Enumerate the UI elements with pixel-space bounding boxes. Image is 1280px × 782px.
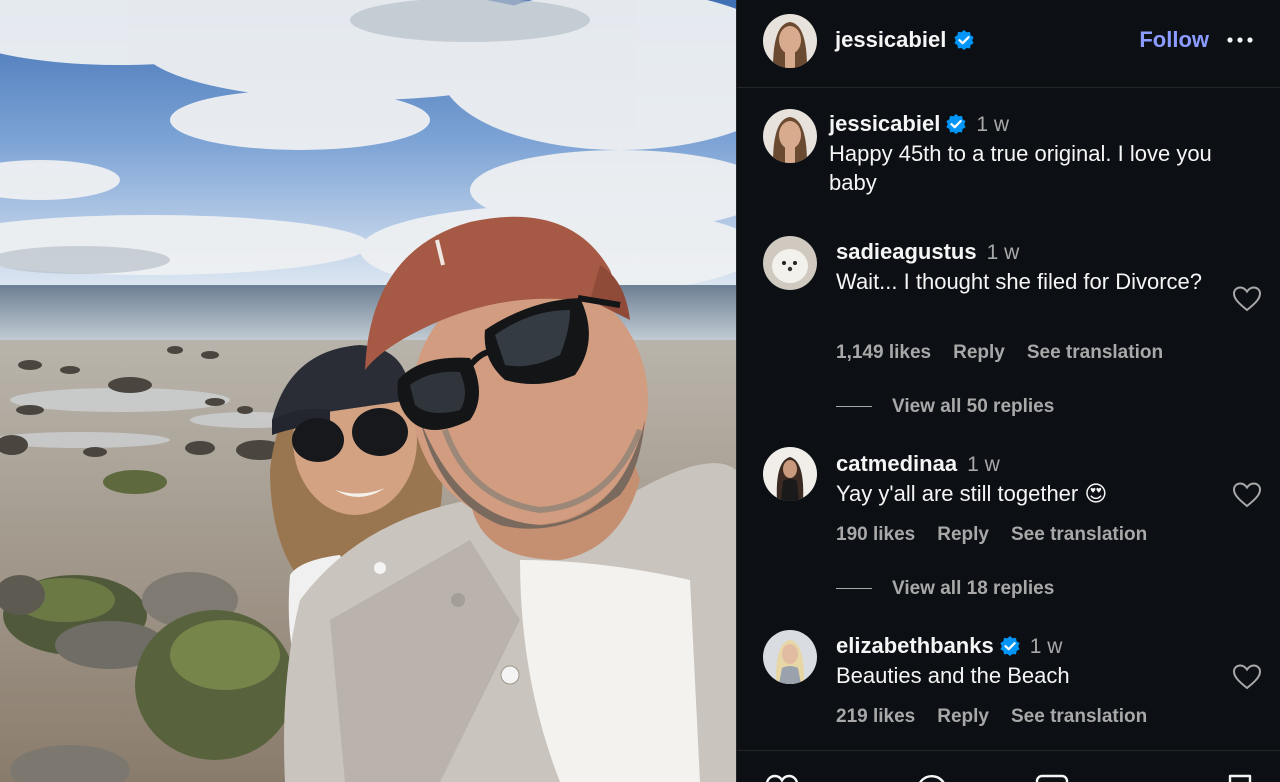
comment-time[interactable]: 1 w [967, 453, 1000, 476]
comment-meta: 219 likes Reply See translation [836, 706, 1169, 728]
commenter-avatar[interactable] [763, 447, 817, 501]
view-replies-button[interactable]: View all 18 replies [836, 578, 1054, 600]
view-replies-text[interactable]: View all 18 replies [892, 578, 1054, 599]
post-actions-bar [737, 750, 1280, 782]
more-options-icon[interactable] [1225, 28, 1255, 52]
comment-text: Beauties and the Beach [836, 663, 1070, 688]
caption-body: jessicabiel 1 w Happy 45th to a true orig… [829, 109, 1259, 197]
comment-likes[interactable]: 1,149 likes [836, 342, 931, 363]
caption-text: Happy 45th to a true original. I love yo… [829, 141, 1212, 195]
replies-divider [836, 406, 872, 408]
comment-likes[interactable]: 190 likes [836, 524, 915, 545]
post-header: jessicabiel Follow [737, 0, 1280, 88]
author-username-text[interactable]: jessicabiel [835, 27, 946, 52]
commenter-avatar[interactable] [763, 630, 817, 684]
see-translation-button[interactable]: See translation [1011, 706, 1147, 727]
commenter-avatar[interactable] [763, 236, 817, 290]
comment-text: Yay y'all are still together 😍 [836, 481, 1108, 506]
see-translation-button[interactable]: See translation [1027, 342, 1163, 363]
post-photo[interactable] [0, 0, 736, 782]
replies-divider [836, 588, 872, 590]
view-replies-text[interactable]: View all 50 replies [892, 396, 1054, 417]
author-avatar[interactable] [763, 14, 817, 68]
comment-meta: 190 likes Reply See translation [836, 524, 1169, 546]
comment-likes[interactable]: 219 likes [836, 706, 915, 727]
caption-time[interactable]: 1 w [976, 113, 1009, 136]
comment-icon[interactable] [915, 773, 949, 782]
comment-username[interactable]: catmedinaa [836, 451, 957, 476]
comments-list[interactable]: jessicabiel 1 w Happy 45th to a true orig… [737, 89, 1280, 749]
like-comment-heart-icon[interactable] [1233, 286, 1261, 312]
comment-username[interactable]: sadieagustus [836, 239, 977, 264]
view-replies-button[interactable]: View all 50 replies [836, 396, 1054, 418]
see-translation-button[interactable]: See translation [1011, 524, 1147, 545]
caption-avatar[interactable] [763, 109, 817, 163]
reply-button[interactable]: Reply [937, 524, 989, 545]
comment-body: elizabethbanks 1 w Beauties and the Beach [836, 631, 1206, 690]
share-icon[interactable] [1035, 773, 1069, 782]
bookmark-icon[interactable] [1223, 773, 1257, 782]
comment-body: sadieagustus 1 w Wait... I thought she fi… [836, 237, 1206, 296]
comment-time[interactable]: 1 w [1030, 635, 1063, 658]
verified-badge-icon [1000, 636, 1020, 656]
comment-body: catmedinaa 1 w Yay y'all are still togeth… [836, 449, 1206, 508]
comment-username[interactable]: elizabethbanks [836, 633, 994, 658]
comment-time[interactable]: 1 w [987, 241, 1020, 264]
like-comment-heart-icon[interactable] [1233, 482, 1261, 508]
verified-badge-icon [946, 114, 966, 134]
author-username[interactable]: jessicabiel [835, 27, 974, 53]
like-comment-heart-icon[interactable] [1233, 664, 1261, 690]
reply-button[interactable]: Reply [953, 342, 1005, 363]
heart-icon[interactable] [765, 773, 799, 782]
comments-panel: jessicabiel Follow jessicabiel 1 w Happy … [736, 0, 1280, 782]
comment-text: Wait... I thought she filed for Divorce? [836, 269, 1203, 294]
follow-button[interactable]: Follow [1139, 27, 1209, 53]
reply-button[interactable]: Reply [937, 706, 989, 727]
verified-badge-icon [954, 30, 974, 50]
comment-meta: 1,149 likes Reply See translation [836, 342, 1185, 364]
caption-username[interactable]: jessicabiel [829, 111, 940, 136]
